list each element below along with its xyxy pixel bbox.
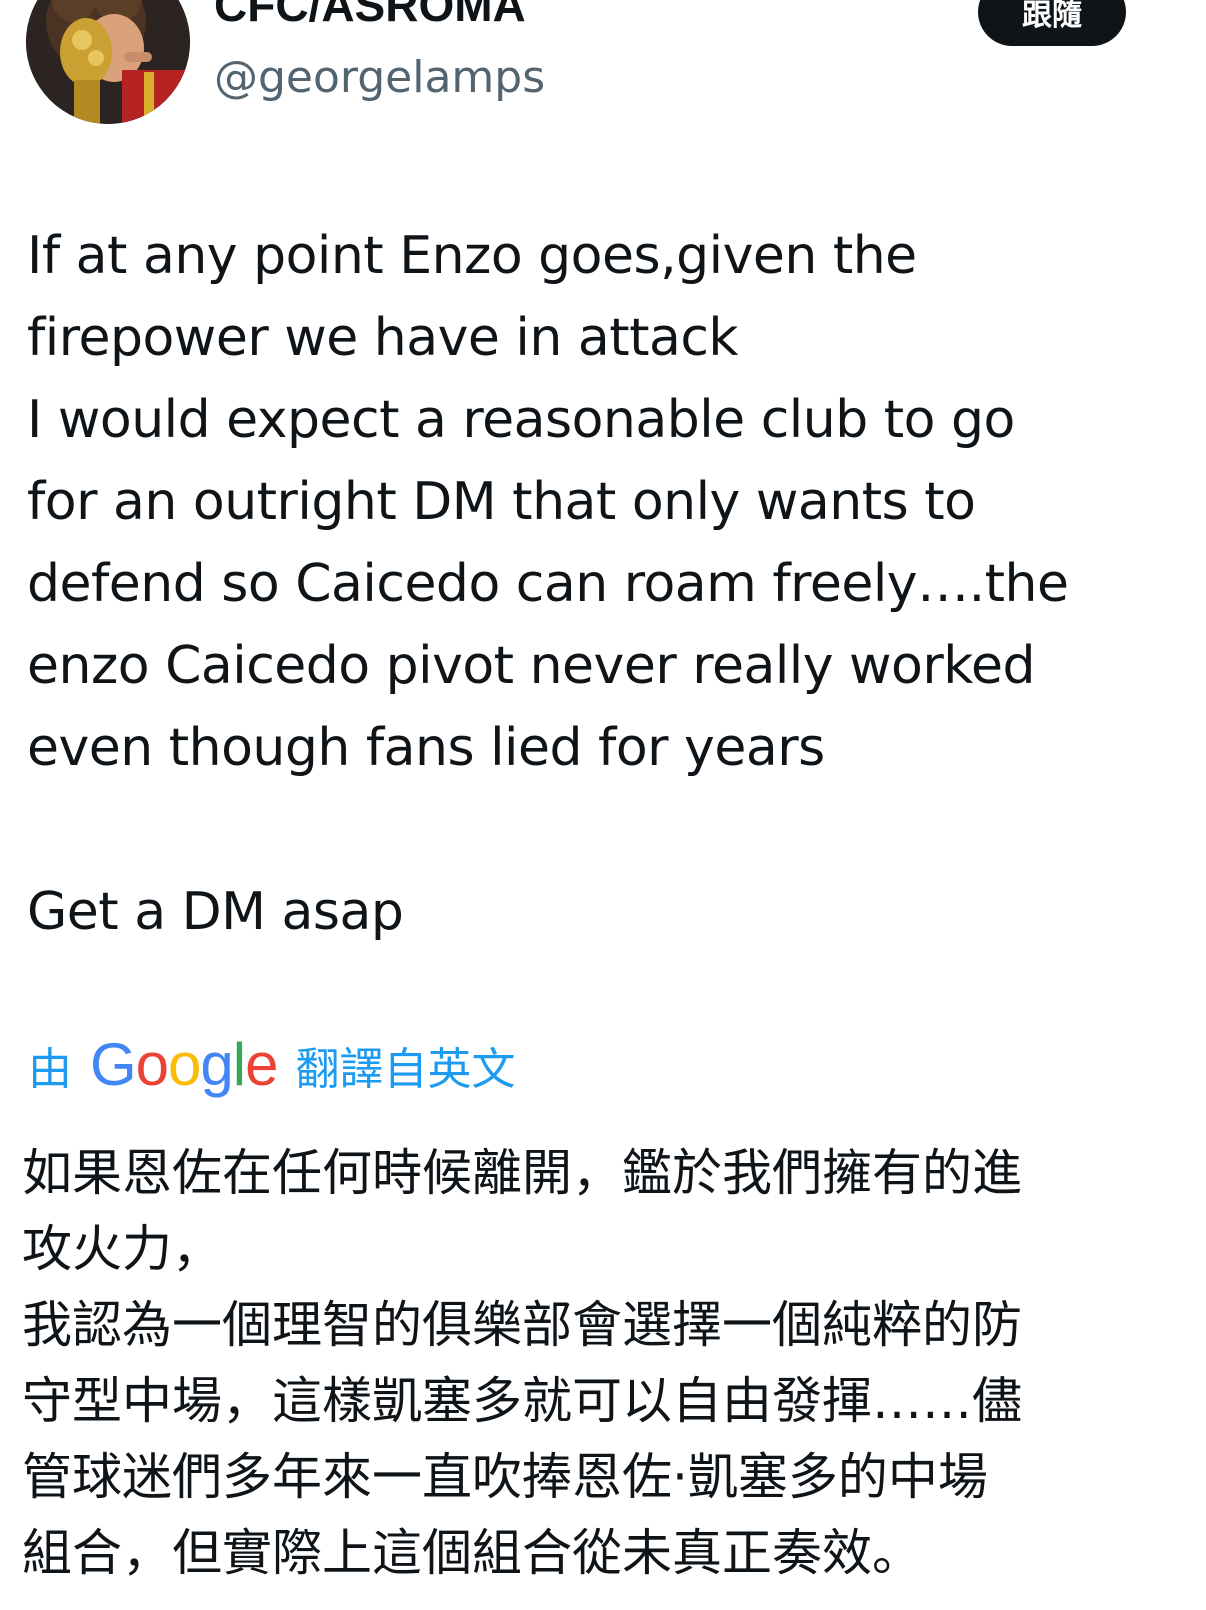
google-logo-letter: o: [168, 1031, 201, 1098]
google-logo-icon: Google: [90, 1030, 279, 1100]
follow-button[interactable]: 跟隨: [978, 0, 1126, 46]
tweet-body-text: If at any point Enzo goes,given the fire…: [27, 226, 1069, 942]
google-logo-letter: e: [245, 1031, 278, 1098]
translated-tweet-text: 如果恩佐在任何時候離開，鑑於我們擁有的進 攻火力， 我認為一個理智的俱樂部會選擇…: [22, 1144, 1022, 1582]
translated-by-prefix: 由: [28, 1044, 72, 1095]
translated-by-google[interactable]: 由 Google 翻譯自英文: [28, 1025, 516, 1105]
author-display-name[interactable]: CFC/ASROMA: [214, 0, 526, 32]
translated-from-english-label: 翻譯自英文: [295, 1044, 516, 1095]
author-avatar[interactable]: [26, 0, 190, 124]
google-logo-letter: o: [135, 1031, 169, 1098]
tweet-header: CFC/ASROMA @georgelamps 跟隨: [0, 0, 1206, 140]
author-handle[interactable]: @georgelamps: [214, 48, 545, 108]
google-logo-letter: g: [200, 1031, 233, 1098]
profile-avatar-icon: [26, 0, 190, 124]
google-logo-letter: G: [90, 1031, 137, 1098]
google-logo-letter: l: [232, 1031, 246, 1098]
